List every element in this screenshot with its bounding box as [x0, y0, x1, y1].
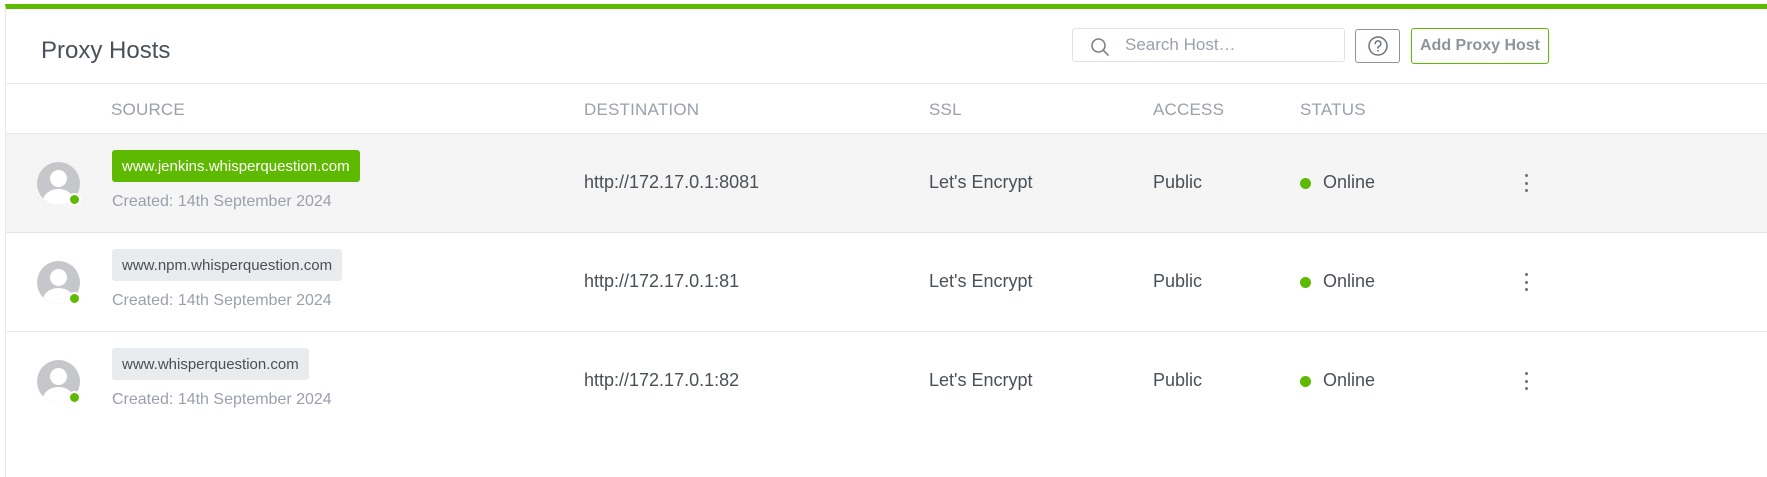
card-header: Proxy Hosts Add Proxy Host [6, 9, 1767, 84]
avatar-online-indicator [68, 292, 81, 305]
destination: http://172.17.0.1:81 [584, 271, 740, 291]
access: Public [1153, 271, 1203, 291]
ssl: Let's Encrypt [929, 370, 1033, 390]
help-button[interactable] [1355, 29, 1400, 63]
page-title: Proxy Hosts [41, 37, 171, 64]
column-header-ssl[interactable]: SSL [929, 100, 962, 120]
destination: http://172.17.0.1:8081 [584, 172, 760, 192]
table-header: SOURCE DESTINATION SSL ACCESS STATUS [6, 84, 1767, 134]
proxy-hosts-card: Proxy Hosts Add Proxy Host SOURCE DESTIN… [5, 4, 1767, 477]
ssl: Let's Encrypt [929, 271, 1033, 291]
search-input[interactable] [1125, 29, 1340, 61]
help-circle-icon [1367, 36, 1388, 56]
access: Public [1153, 172, 1203, 192]
more-vertical-icon[interactable] [1520, 170, 1532, 196]
created-date: Created: 14th September 2024 [112, 292, 332, 309]
avatar-online-indicator [68, 391, 81, 404]
avatar-online-indicator [68, 193, 81, 206]
source-domain-tag[interactable]: www.whisperquestion.com [112, 348, 309, 380]
table-row[interactable]: www.npm.whisperquestion.com Created: 14t… [6, 233, 1767, 332]
ssl: Let's Encrypt [929, 172, 1033, 192]
column-header-source[interactable]: SOURCE [111, 100, 185, 120]
created-date: Created: 14th September 2024 [112, 193, 332, 210]
column-header-status[interactable]: STATUS [1300, 100, 1366, 120]
more-vertical-icon[interactable] [1520, 368, 1532, 394]
column-header-destination[interactable]: DESTINATION [584, 100, 699, 120]
table-row[interactable]: www.jenkins.whisperquestion.com Created:… [6, 134, 1767, 233]
status-text: Online [1323, 172, 1376, 192]
created-date: Created: 14th September 2024 [112, 391, 332, 408]
add-proxy-host-button[interactable]: Add Proxy Host [1411, 28, 1549, 64]
status-dot-icon [1300, 277, 1311, 288]
destination: http://172.17.0.1:82 [584, 370, 740, 390]
status-text: Online [1323, 271, 1376, 291]
status-text: Online [1323, 370, 1376, 390]
more-vertical-icon[interactable] [1520, 269, 1532, 295]
table-row[interactable]: www.whisperquestion.com Created: 14th Se… [6, 332, 1767, 431]
search-box[interactable] [1072, 28, 1345, 62]
status-dot-icon [1300, 178, 1311, 189]
status-dot-icon [1300, 376, 1311, 387]
source-domain-tag[interactable]: www.jenkins.whisperquestion.com [112, 150, 360, 182]
search-icon [1091, 38, 1109, 56]
column-header-access[interactable]: ACCESS [1153, 100, 1224, 120]
access: Public [1153, 370, 1203, 390]
source-domain-tag[interactable]: www.npm.whisperquestion.com [112, 249, 343, 281]
